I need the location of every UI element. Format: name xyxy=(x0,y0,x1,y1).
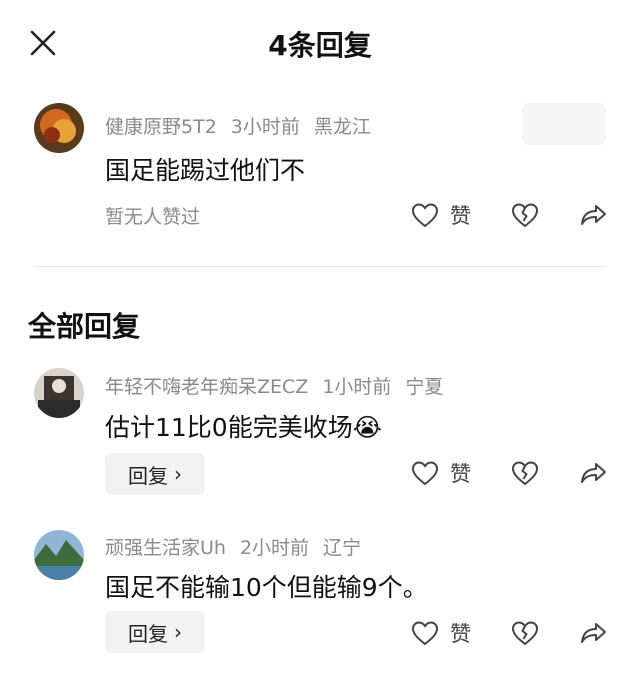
reply-button[interactable]: 回复 › xyxy=(105,453,205,495)
share-button[interactable] xyxy=(578,456,608,490)
reply-meta: 顽强生活家Uh 2小时前 辽宁 xyxy=(105,533,375,560)
avatar[interactable] xyxy=(34,368,84,418)
share-icon xyxy=(581,205,606,225)
chevron-right-icon: › xyxy=(174,620,182,644)
timestamp: 2小时前 xyxy=(239,537,310,559)
like-button[interactable]: 赞 xyxy=(410,456,471,490)
share-icon xyxy=(581,463,606,483)
like-button[interactable]: 赞 xyxy=(410,198,471,232)
avatar[interactable] xyxy=(34,103,84,153)
reply-text: 估计11比0能完美收场 xyxy=(105,413,353,442)
reply-actions: 赞 xyxy=(410,456,610,490)
avatar-image xyxy=(34,103,84,153)
comment-content: 国足能踢过他们不 xyxy=(105,156,306,185)
timestamp: 3小时前 xyxy=(230,116,300,138)
comment-meta: 健康原野5T2 3小时前 黑龙江 xyxy=(105,112,385,139)
reply-meta: 年轻不嗨老年痴呆ZECZ 1小时前 宁夏 xyxy=(105,372,457,399)
username[interactable]: 顽强生活家Uh xyxy=(105,537,226,559)
dislike-button[interactable] xyxy=(510,616,540,650)
reply-label: 回复 xyxy=(128,621,168,646)
divider xyxy=(34,266,606,267)
dislike-icon xyxy=(511,203,539,228)
dislike-button[interactable] xyxy=(510,456,540,490)
like-label: 赞 xyxy=(450,462,471,486)
avatar[interactable] xyxy=(34,530,84,580)
username[interactable]: 健康原野5T2 xyxy=(105,116,217,138)
avatar-image xyxy=(34,530,84,580)
reply-content: 估计11比0能完美收场😭 xyxy=(105,408,382,444)
username[interactable]: 年轻不嗨老年痴呆ZECZ xyxy=(105,376,308,398)
like-label: 赞 xyxy=(450,622,471,646)
crying-emoji: 😭 xyxy=(352,413,382,442)
dislike-icon xyxy=(511,621,539,646)
section-title: 全部回复 xyxy=(28,310,141,343)
comment-actions: 赞 xyxy=(410,198,610,232)
like-icon xyxy=(411,203,439,228)
no-likes-text: 暂无人赞过 xyxy=(105,206,201,228)
location: 黑龙江 xyxy=(313,116,371,138)
like-button[interactable]: 赞 xyxy=(410,616,471,650)
location: 宁夏 xyxy=(405,376,444,398)
reply-actions: 赞 xyxy=(410,616,610,650)
like-icon xyxy=(411,621,439,646)
reply-content: 国足不能输10个但能输9个。 xyxy=(105,573,428,602)
page-title: 4条回复 xyxy=(268,29,372,62)
timestamp: 1小时前 xyxy=(322,376,392,398)
dislike-icon xyxy=(511,461,539,486)
avatar-image xyxy=(34,368,84,418)
share-button[interactable] xyxy=(578,198,608,232)
header: 4条回复 xyxy=(0,0,640,86)
reply-button[interactable]: 回复 › xyxy=(105,611,205,653)
like-icon xyxy=(411,461,439,486)
chevron-right-icon: › xyxy=(174,462,182,486)
share-icon xyxy=(581,623,606,643)
reply-label: 回复 xyxy=(128,463,168,488)
user-badge xyxy=(522,103,606,145)
dislike-button[interactable] xyxy=(510,198,540,232)
share-button[interactable] xyxy=(578,616,608,650)
like-label: 赞 xyxy=(450,204,471,228)
location: 辽宁 xyxy=(323,537,362,559)
